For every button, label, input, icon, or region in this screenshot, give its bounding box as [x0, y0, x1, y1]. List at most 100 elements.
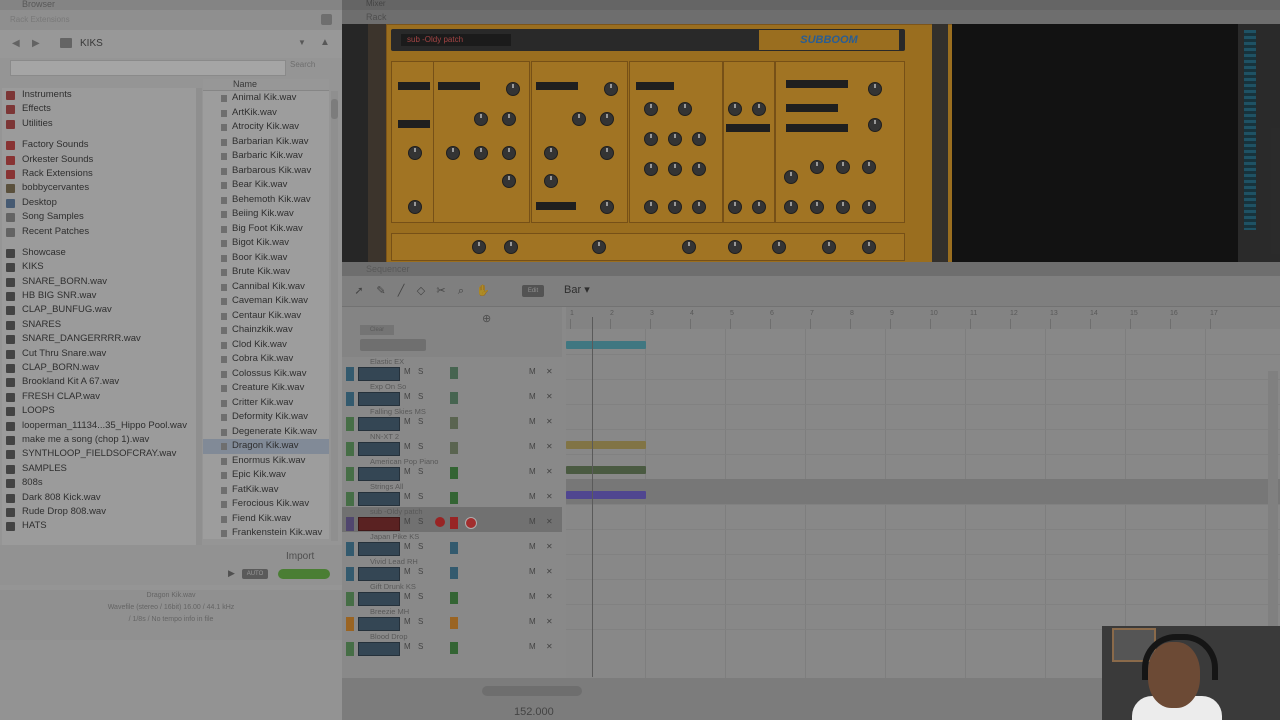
record-enable-icon[interactable]	[435, 517, 445, 527]
solo-button[interactable]: S	[418, 392, 423, 401]
location-item[interactable]: Brookland Kit A 67.wav	[2, 375, 198, 389]
lane-close-icon[interactable]: ✕	[546, 467, 553, 476]
scroll-thumb[interactable]	[331, 99, 338, 119]
osc2-knob[interactable]	[474, 112, 488, 126]
lane-row[interactable]	[566, 454, 1280, 480]
track-row[interactable]: Blood Drop M S M ✕	[342, 632, 562, 657]
lane-mute-button[interactable]: M	[529, 392, 536, 401]
location-item[interactable]: Effects	[2, 102, 198, 116]
song-position-marker[interactable]	[592, 317, 593, 677]
mod-knob[interactable]	[810, 160, 824, 174]
lane-row[interactable]	[566, 579, 1280, 605]
file-item[interactable]: Barbaric Kik.wav	[203, 149, 329, 164]
lane-mute-button[interactable]: M	[529, 442, 536, 451]
lane-close-icon[interactable]: ✕	[546, 617, 553, 626]
bottom-knob[interactable]	[772, 240, 786, 254]
location-item[interactable]: Rude Drop 808.wav	[2, 505, 198, 519]
location-item[interactable]: KIKS	[2, 260, 198, 274]
note-clip[interactable]	[566, 491, 646, 499]
bottom-knob[interactable]	[862, 240, 876, 254]
solo-button[interactable]: S	[418, 567, 423, 576]
location-item[interactable]: Showcase	[2, 246, 198, 260]
file-item[interactable]: Epic Kik.wav	[203, 468, 329, 483]
zoom-slider[interactable]	[482, 686, 582, 696]
location-item[interactable]: CLAP_BORN.wav	[2, 361, 198, 375]
instrument-icon[interactable]	[358, 467, 400, 481]
file-item[interactable]: Colossus Kik.wav	[203, 367, 329, 382]
mod-knob[interactable]	[836, 200, 850, 214]
column-header-name[interactable]: Name	[203, 79, 329, 91]
location-item[interactable]: SAMPLES	[2, 462, 198, 476]
magnify-tool-icon[interactable]: ⌕	[454, 284, 468, 298]
lane-row[interactable]	[566, 479, 1280, 505]
lane-close-icon[interactable]: ✕	[546, 517, 553, 526]
note-clip[interactable]	[566, 341, 646, 349]
track-row[interactable]: Exp On So M S M ✕	[342, 382, 562, 407]
location-item[interactable]: bobbycervantes	[2, 181, 198, 195]
osc3-knob[interactable]	[604, 82, 618, 96]
solo-button[interactable]: S	[418, 367, 423, 376]
solo-button[interactable]: S	[418, 592, 423, 601]
lane-mute-button[interactable]: M	[529, 517, 536, 526]
lane-row[interactable]	[566, 329, 1280, 355]
solo-button[interactable]: S	[418, 542, 423, 551]
instrument-icon[interactable]	[358, 392, 400, 406]
file-item[interactable]: Atrocity Kik.wav	[203, 120, 329, 135]
close-icon[interactable]	[321, 14, 332, 25]
location-item[interactable]: HATS	[2, 519, 198, 533]
location-item[interactable]: SYNTHLOOP_FIELDSOFCRAY.wav	[2, 447, 198, 461]
filter-knob[interactable]	[692, 132, 706, 146]
auto-play-button[interactable]: AUTO	[242, 569, 268, 579]
track-row[interactable]: Strings All M S M ✕	[342, 482, 562, 507]
note-clip[interactable]	[566, 441, 646, 449]
file-item[interactable]: Bigot Kik.wav	[203, 236, 329, 251]
lfo-knob[interactable]	[752, 200, 766, 214]
instrument-icon[interactable]	[358, 617, 400, 631]
lane-mute-button[interactable]: M	[529, 542, 536, 551]
bottom-knob[interactable]	[728, 240, 742, 254]
file-item[interactable]: Behemoth Kik.wav	[203, 193, 329, 208]
track-row[interactable]: Gift Drunk KS M S M ✕	[342, 582, 562, 607]
solo-button[interactable]: S	[418, 442, 423, 451]
file-item[interactable]: Fiend Kik.wav	[203, 512, 329, 527]
osc1-knob[interactable]	[408, 146, 422, 160]
file-item[interactable]: Enormus Kik.wav	[203, 454, 329, 469]
snap-value-select[interactable]: Bar ▾	[564, 283, 590, 296]
instrument-icon[interactable]	[358, 542, 400, 556]
lane-row[interactable]	[566, 379, 1280, 405]
track-row[interactable]: American Pop Piano M S M ✕	[342, 457, 562, 482]
mute-button[interactable]: M	[404, 392, 411, 401]
search-button[interactable]: Search	[290, 60, 315, 69]
mute-button[interactable]: M	[404, 367, 411, 376]
instrument-icon[interactable]	[358, 592, 400, 606]
osc3-knob[interactable]	[544, 146, 558, 160]
lfo-knob[interactable]	[728, 200, 742, 214]
lane-row[interactable]	[566, 504, 1280, 530]
eraser-tool-icon[interactable]: ◇	[414, 284, 428, 298]
line-tool-icon[interactable]: ╱	[394, 284, 408, 298]
lane-close-icon[interactable]: ✕	[546, 392, 553, 401]
folder-up-icon[interactable]: ▲	[320, 37, 330, 48]
lane-row[interactable]	[566, 404, 1280, 430]
file-item[interactable]: Big Foot Kik.wav	[203, 222, 329, 237]
location-item[interactable]: Factory Sounds	[2, 138, 198, 152]
location-item[interactable]: FRESH CLAP.wav	[2, 390, 198, 404]
solo-button[interactable]: S	[418, 492, 423, 501]
solo-button[interactable]: S	[418, 417, 423, 426]
lane-mute-button[interactable]: M	[529, 467, 536, 476]
lane-row[interactable]	[566, 354, 1280, 380]
lane-row[interactable]	[566, 429, 1280, 455]
lane-close-icon[interactable]: ✕	[546, 417, 553, 426]
lane-mute-button[interactable]: M	[529, 642, 536, 651]
solo-button[interactable]: S	[418, 467, 423, 476]
location-item[interactable]: SNARES	[2, 318, 198, 332]
osc2-knob[interactable]	[446, 146, 460, 160]
file-item[interactable]: FatKik.wav	[203, 483, 329, 498]
chevron-down-icon[interactable]: ▼	[298, 38, 306, 47]
osc3-knob[interactable]	[544, 174, 558, 188]
lane-close-icon[interactable]: ✕	[546, 592, 553, 601]
env-knob[interactable]	[644, 200, 658, 214]
mute-button[interactable]: M	[404, 542, 411, 551]
tempo-display[interactable]: 152.000	[514, 706, 554, 718]
osc2-knob[interactable]	[502, 146, 516, 160]
